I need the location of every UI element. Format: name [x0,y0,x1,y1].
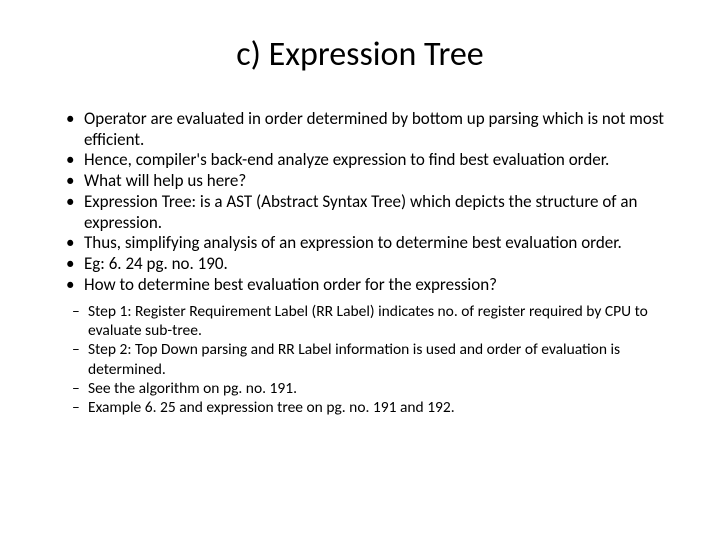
list-item: Hence, compiler's back-end analyze expre… [66,150,682,171]
list-item: What will help us here? [66,171,682,192]
list-item: See the algorithm on pg. no. 191. [72,379,682,398]
list-item: Thus, simplifying analysis of an express… [66,233,682,254]
list-item: Operator are evaluated in order determin… [66,109,682,150]
list-item: Example 6. 25 and expression tree on pg.… [72,398,682,417]
bullet-list: Operator are evaluated in order determin… [38,109,682,296]
list-item: Eg: 6. 24 pg. no. 190. [66,254,682,275]
slide-title: c) Expression Tree [38,34,682,75]
sub-bullet-list: Step 1: Register Requirement Label (RR L… [38,302,682,418]
list-item: Expression Tree: is a AST (Abstract Synt… [66,192,682,233]
list-item: Step 1: Register Requirement Label (RR L… [72,302,682,341]
list-item: Step 2: Top Down parsing and RR Label in… [72,340,682,379]
list-item: How to determine best evaluation order f… [66,275,682,296]
slide: c) Expression Tree Operator are evaluate… [0,0,720,540]
